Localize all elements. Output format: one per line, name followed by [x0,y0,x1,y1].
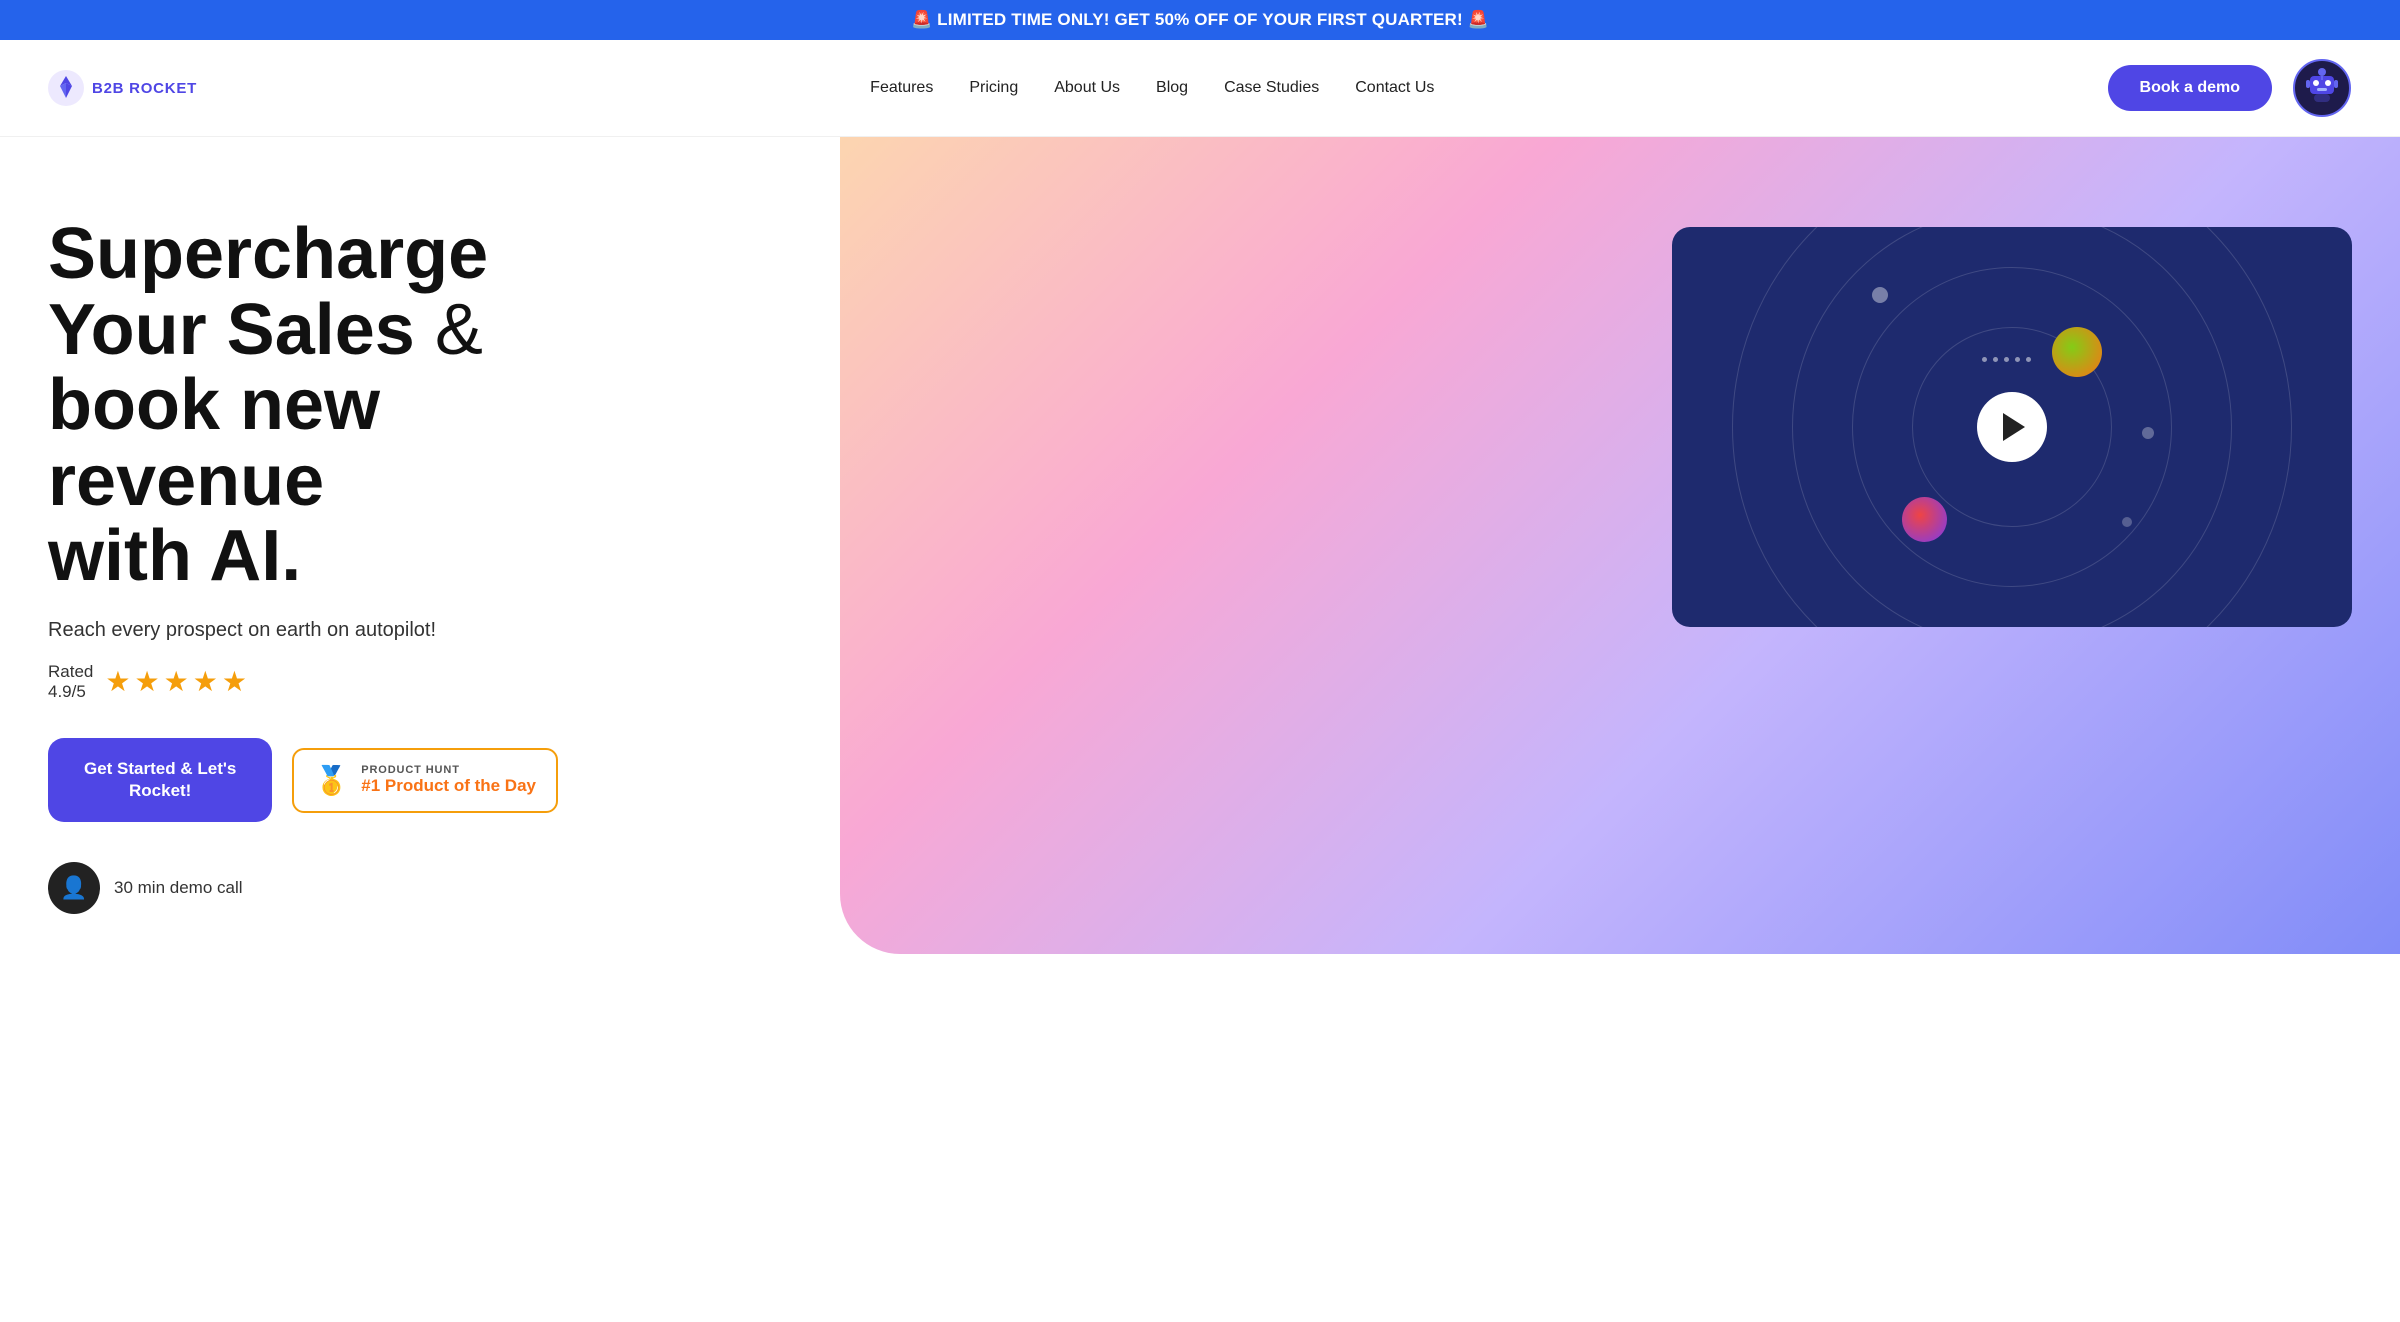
demo-text: 30 min demo call [114,878,243,898]
hero-title: Supercharge Your Sales & book new revenu… [48,217,648,595]
star-rating: ★ ★ ★ ★ ★ [105,665,247,698]
orb-red-purple [1902,497,1947,542]
play-button[interactable] [1977,392,2047,462]
promo-banner: 🚨 LIMITED TIME ONLY! GET 50% OFF OF YOUR… [0,0,2400,40]
product-hunt-text: PRODUCT HUNT #1 Product of the Day [361,764,536,796]
orb-small-1 [1872,287,1888,303]
robot-avatar-icon [2292,58,2352,118]
play-triangle-icon [2003,413,2025,441]
logo-area: B2B ROCKET [48,70,197,106]
orb-green-orange [2052,327,2102,377]
nav-item-contact[interactable]: Contact Us [1355,79,1434,97]
medal-icon: 🥇 [314,764,349,797]
logo-icon [48,70,84,106]
star-2: ★ [134,665,159,698]
logo-text: B2B ROCKET [92,80,197,97]
hero-left-content: Supercharge Your Sales & book new revenu… [48,197,648,914]
cta-row: Get Started & Let'sRocket! 🥇 PRODUCT HUN… [48,738,648,822]
main-nav: B2B ROCKET Features Pricing About Us Blo… [0,40,2400,137]
demo-avatar: 👤 [48,862,100,914]
video-inner [1672,227,2352,627]
hero-right-video [1672,227,2352,627]
star-4: ★ [193,665,218,698]
demo-row: 👤 30 min demo call [48,862,648,914]
nav-item-features[interactable]: Features [870,79,933,97]
nav-item-blog[interactable]: Blog [1156,79,1188,97]
nav-item-case-studies[interactable]: Case Studies [1224,79,1319,97]
star-5: ★ [222,665,247,698]
banner-text: 🚨 LIMITED TIME ONLY! GET 50% OFF OF YOUR… [911,10,1489,29]
get-started-button[interactable]: Get Started & Let'sRocket! [48,738,272,822]
nav-links: Features Pricing About Us Blog Case Stud… [870,79,1434,97]
hero-section: Supercharge Your Sales & book new revenu… [0,137,2400,954]
rating-label: Rated 4.9/5 [48,662,93,702]
product-hunt-title: #1 Product of the Day [361,776,536,796]
nav-right: Book a demo [2108,58,2352,118]
star-1: ★ [105,665,130,698]
product-hunt-label: PRODUCT HUNT [361,764,536,776]
star-3: ★ [164,665,189,698]
orb-small-3 [2122,517,2132,527]
nav-item-pricing[interactable]: Pricing [969,79,1018,97]
hero-subtitle: Reach every prospect on earth on autopil… [48,619,648,642]
nav-item-about[interactable]: About Us [1054,79,1120,97]
orb-small-2 [2142,427,2154,439]
book-demo-button[interactable]: Book a demo [2108,65,2272,111]
product-hunt-badge[interactable]: 🥇 PRODUCT HUNT #1 Product of the Day [292,748,558,813]
dots-path [1982,357,2031,362]
video-container[interactable] [1672,227,2352,627]
rating-row: Rated 4.9/5 ★ ★ ★ ★ ★ [48,662,648,702]
